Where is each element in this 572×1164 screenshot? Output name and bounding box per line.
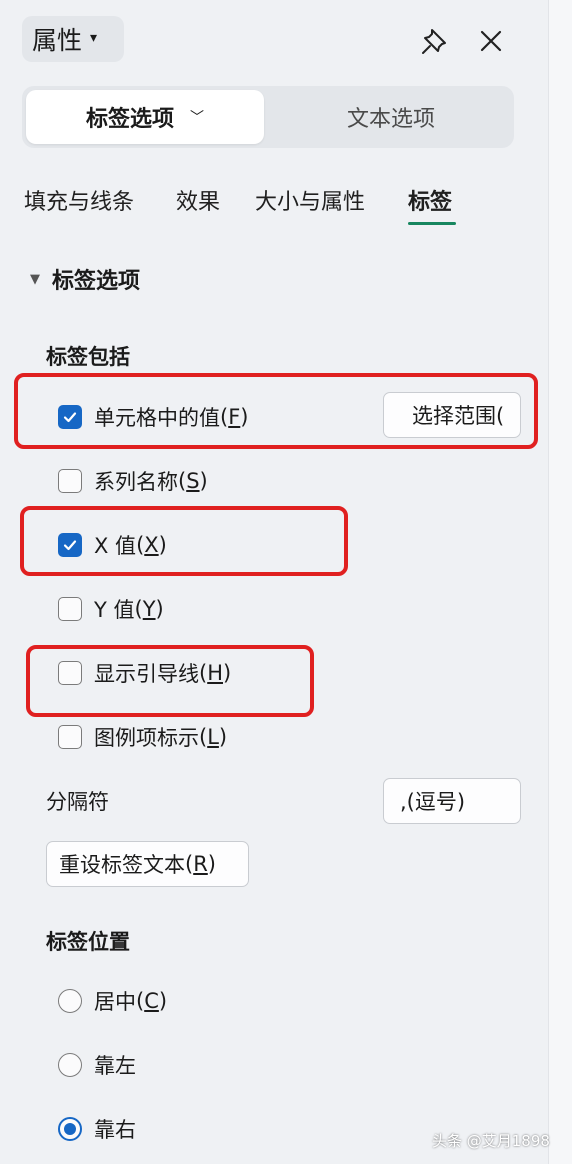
separator-select[interactable]: ,(逗号) [383, 778, 521, 824]
radio-unselected-icon[interactable] [58, 1053, 82, 1077]
tab-labels[interactable]: 标签 [408, 184, 452, 216]
checkbox-unchecked-icon[interactable] [58, 597, 82, 621]
group-title-label-position: 标签位置 [46, 930, 130, 954]
options-segmented-control: 标签选项 ﹀ 文本选项 [22, 86, 514, 148]
radio-row-center[interactable]: 居中(C) [58, 986, 167, 1016]
annotation-highlight-box [20, 506, 348, 576]
reset-button-label: 重设标签文本 [59, 853, 185, 877]
checkbox-row-series-name[interactable]: 系列名称(S) [58, 466, 208, 496]
tab-fill-line[interactable]: 填充与线条 [24, 184, 134, 216]
radio-label: 居中 [94, 990, 136, 1014]
close-icon[interactable] [474, 24, 508, 58]
segment-label-options[interactable]: 标签选项 ﹀ [26, 90, 264, 144]
access-key: L [207, 725, 219, 749]
segment-text-options[interactable]: 文本选项 [272, 90, 510, 144]
pin-icon[interactable] [418, 24, 452, 58]
section-title: 标签选项 [52, 269, 141, 294]
radio-row-right[interactable]: 靠右 [58, 1114, 136, 1144]
annotation-highlight-box [14, 373, 538, 449]
section-label-options[interactable]: ▼ 标签选项 [30, 263, 140, 295]
scroll-edge [548, 0, 572, 1164]
reset-label-text-button[interactable]: 重设标签文本(R) [46, 841, 249, 887]
radio-row-left[interactable]: 靠左 [58, 1050, 136, 1080]
checkbox-row-legend-key[interactable]: 图例项标示(L) [58, 722, 227, 752]
tab-effects[interactable]: 效果 [176, 184, 220, 216]
group-title-label-includes: 标签包括 [46, 345, 130, 369]
radio-label: 靠右 [94, 1118, 136, 1142]
checkbox-unchecked-icon[interactable] [58, 725, 82, 749]
checkbox-label: 图例项标示 [94, 726, 199, 750]
panel-title: 属性 [32, 26, 83, 55]
access-key: S [186, 469, 200, 493]
active-tab-indicator [408, 222, 456, 225]
panel-title-dropdown[interactable]: 属性 ▾ [22, 16, 124, 62]
access-key: C [144, 989, 159, 1013]
access-key: R [193, 852, 208, 876]
radio-selected-icon[interactable] [58, 1117, 82, 1141]
radio-unselected-icon[interactable] [58, 989, 82, 1013]
chevron-down-icon: ﹀ [190, 110, 204, 126]
access-key: Y [142, 597, 156, 621]
tab-size-properties[interactable]: 大小与属性 [255, 184, 365, 216]
checkbox-row-y-value[interactable]: Y 值(Y) [58, 594, 164, 624]
separator-label: 分隔符 [46, 790, 109, 814]
watermark-text: 头条 @艾月1898 [432, 1132, 550, 1150]
collapse-triangle-icon: ▼ [30, 271, 40, 287]
checkbox-unchecked-icon[interactable] [58, 469, 82, 493]
checkbox-label: 系列名称 [94, 470, 178, 494]
properties-panel: 属性 ▾ 标签选项 ﹀ 文本选项 填充与线条 效果 大小与属性 标签 ▼ 标签选… [0, 0, 548, 1164]
segment-label-options-text: 标签选项 [85, 107, 174, 132]
annotation-highlight-box [26, 645, 314, 717]
chevron-down-icon: ▾ [90, 30, 98, 46]
radio-label: 靠左 [94, 1054, 136, 1078]
checkbox-label: Y 值 [94, 598, 135, 622]
